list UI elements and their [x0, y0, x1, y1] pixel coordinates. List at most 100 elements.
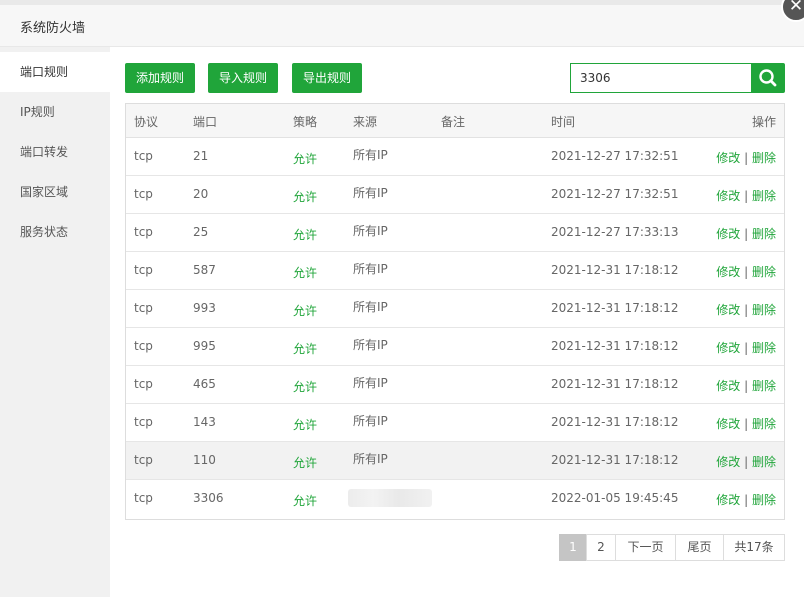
action-separator: |	[744, 455, 749, 469]
redacted-source	[348, 489, 432, 507]
edit-link[interactable]: 修改	[716, 189, 740, 203]
cell-protocol: tcp	[134, 301, 153, 315]
cell-time: 2021-12-31 17:18:12	[551, 415, 679, 429]
delete-link[interactable]: 删除	[752, 341, 776, 355]
cell-policy: 允许	[293, 418, 318, 432]
table-row: tcp 25 允许 所有IP 2021-12-27 17:33:13 修改 | …	[126, 214, 784, 252]
cell-protocol: tcp	[134, 491, 153, 505]
edit-link[interactable]: 修改	[716, 265, 740, 279]
delete-link[interactable]: 删除	[752, 189, 776, 203]
cell-port: 465	[193, 377, 216, 391]
edit-link[interactable]: 修改	[716, 341, 740, 355]
cell-port: 25	[193, 225, 209, 239]
add-rule-button[interactable]: 添加规则	[125, 63, 195, 93]
page-1-button[interactable]: 1	[559, 534, 587, 561]
sidebar: 端口规则 IP规则 端口转发 国家区域 服务状态	[0, 47, 110, 597]
edit-link[interactable]: 修改	[716, 303, 740, 317]
close-icon: ✕	[788, 0, 804, 16]
delete-link[interactable]: 删除	[752, 303, 776, 317]
cell-protocol: tcp	[134, 225, 153, 239]
action-separator: |	[744, 341, 749, 355]
dialog-titlebar: 系统防火墙	[0, 5, 804, 47]
delete-link[interactable]: 删除	[752, 417, 776, 431]
cell-port: 110	[193, 453, 216, 467]
cell-time: 2021-12-31 17:18:12	[551, 377, 679, 391]
cell-port: 995	[193, 339, 216, 353]
last-page-button[interactable]: 尾页	[675, 534, 724, 561]
edit-link[interactable]: 修改	[716, 151, 740, 165]
table-row: tcp 21 允许 所有IP 2021-12-27 17:32:51 修改 | …	[126, 138, 784, 176]
row-actions: 修改 | 删除	[716, 301, 776, 318]
edit-link[interactable]: 修改	[716, 379, 740, 393]
export-rules-button[interactable]: 导出规则	[292, 63, 362, 93]
dialog-title: 系统防火墙	[20, 21, 86, 36]
edit-link[interactable]: 修改	[716, 417, 740, 431]
sidebar-item-country-region[interactable]: 国家区域	[0, 172, 110, 212]
action-separator: |	[744, 303, 749, 317]
cell-protocol: tcp	[134, 339, 153, 353]
row-actions: 修改 | 删除	[716, 225, 776, 242]
action-separator: |	[744, 379, 749, 393]
sidebar-item-service-status[interactable]: 服务状态	[0, 212, 110, 252]
table-row: tcp 993 允许 所有IP 2021-12-31 17:18:12 修改 |…	[126, 290, 784, 328]
cell-time: 2021-12-27 17:32:51	[551, 187, 679, 201]
cell-protocol: tcp	[134, 453, 153, 467]
page-2-button[interactable]: 2	[586, 534, 616, 561]
cell-time: 2022-01-05 19:45:45	[551, 491, 679, 505]
row-actions: 修改 | 删除	[716, 377, 776, 394]
row-actions: 修改 | 删除	[716, 339, 776, 356]
row-actions: 修改 | 删除	[716, 187, 776, 204]
action-separator: |	[744, 227, 749, 241]
port-rules-table: 协议 端口 策略 来源 备注 时间 操作 tcp 21 允许 所有IP 2021…	[125, 103, 785, 520]
edit-link[interactable]: 修改	[716, 493, 740, 507]
action-separator: |	[744, 189, 749, 203]
table-row: tcp 465 允许 所有IP 2021-12-31 17:18:12 修改 |…	[126, 366, 784, 404]
cell-source: 所有IP	[353, 338, 388, 352]
search-input[interactable]	[570, 63, 752, 93]
cell-source: 所有IP	[353, 262, 388, 276]
header-protocol: 协议	[134, 115, 159, 129]
row-actions: 修改 | 删除	[716, 263, 776, 280]
header-port: 端口	[193, 115, 218, 129]
table-row: tcp 143 允许 所有IP 2021-12-31 17:18:12 修改 |…	[126, 404, 784, 442]
row-actions: 修改 | 删除	[716, 149, 776, 166]
cell-policy: 允许	[293, 228, 318, 242]
cell-source: 所有IP	[353, 224, 388, 238]
cell-policy: 允许	[293, 494, 318, 508]
cell-protocol: tcp	[134, 187, 153, 201]
cell-time: 2021-12-27 17:32:51	[551, 149, 679, 163]
edit-link[interactable]: 修改	[716, 227, 740, 241]
row-actions: 修改 | 删除	[716, 415, 776, 432]
action-separator: |	[744, 493, 749, 507]
cell-port: 587	[193, 263, 216, 277]
cell-source: 所有IP	[353, 300, 388, 314]
sidebar-item-port-forwarding[interactable]: 端口转发	[0, 132, 110, 172]
cell-policy: 允许	[293, 304, 318, 318]
table-row: tcp 587 允许 所有IP 2021-12-31 17:18:12 修改 |…	[126, 252, 784, 290]
action-separator: |	[744, 417, 749, 431]
sidebar-item-ip-rules[interactable]: IP规则	[0, 92, 110, 132]
sidebar-item-port-rules[interactable]: 端口规则	[0, 52, 110, 92]
search-icon	[759, 69, 777, 87]
delete-link[interactable]: 删除	[752, 151, 776, 165]
header-action: 操作	[751, 115, 776, 129]
cell-protocol: tcp	[134, 377, 153, 391]
delete-link[interactable]: 删除	[752, 265, 776, 279]
firewall-dialog: 系统防火墙 端口规则 IP规则 端口转发 国家区域 服务状态 添加规则 导入规则…	[0, 5, 804, 597]
cell-protocol: tcp	[134, 263, 153, 277]
import-rules-button[interactable]: 导入规则	[208, 63, 278, 93]
cell-policy: 允许	[293, 190, 318, 204]
total-count: 共17条	[723, 534, 785, 561]
next-page-button[interactable]: 下一页	[615, 534, 676, 561]
cell-port: 143	[193, 415, 216, 429]
delete-link[interactable]: 删除	[752, 379, 776, 393]
delete-link[interactable]: 删除	[752, 227, 776, 241]
cell-port: 21	[193, 149, 209, 163]
search-button[interactable]	[751, 63, 785, 93]
delete-link[interactable]: 删除	[752, 455, 776, 469]
delete-link[interactable]: 删除	[752, 493, 776, 507]
action-separator: |	[744, 265, 749, 279]
edit-link[interactable]: 修改	[716, 455, 740, 469]
cell-port: 20	[193, 187, 209, 201]
header-time: 时间	[551, 115, 576, 129]
